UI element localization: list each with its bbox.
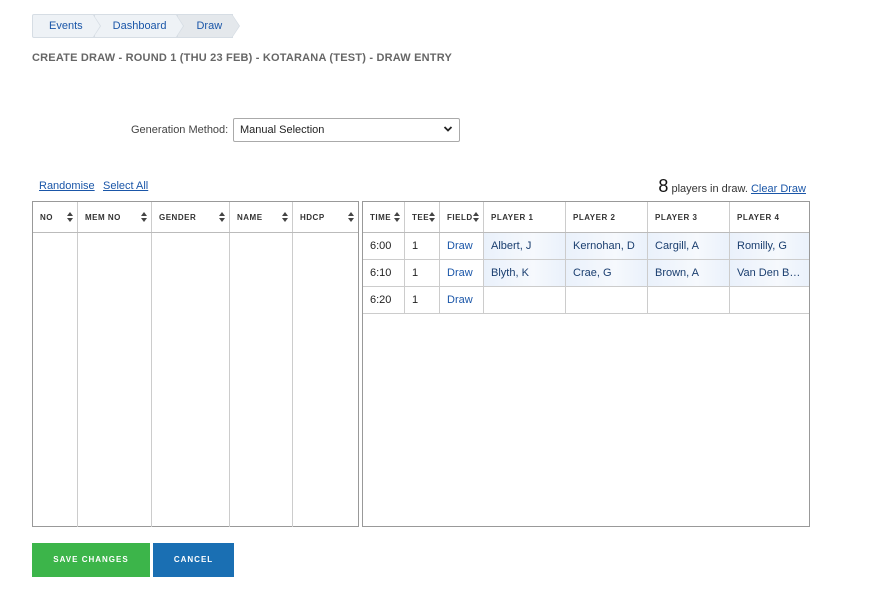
empty-cell — [33, 232, 78, 527]
player-slot[interactable]: Blyth, K — [483, 259, 566, 287]
player-slot[interactable]: Van Den B… — [729, 259, 809, 287]
player-slot[interactable]: Brown, A — [647, 259, 730, 287]
player-slot[interactable]: Crae, G — [565, 259, 648, 287]
player-slot[interactable] — [565, 286, 648, 314]
generation-method-label: Generation Method: — [131, 124, 229, 136]
header-field-label: FIELD — [447, 212, 473, 222]
sort-icon — [67, 212, 73, 222]
generation-method-select[interactable]: Manual Selection — [233, 118, 460, 142]
time-cell: 6:00 — [363, 232, 405, 260]
empty-cell — [151, 232, 230, 527]
header-player-1: PLAYER 1 — [483, 202, 566, 233]
table-row: 6:00 1 Draw Albert, J Kernohan, D Cargil… — [363, 232, 809, 260]
table-row: 6:10 1 Draw Blyth, K Crae, G Brown, A Va… — [363, 259, 809, 287]
header-field[interactable]: FIELD — [439, 202, 484, 233]
clear-draw-link[interactable]: Clear Draw — [751, 183, 806, 195]
select-all-link[interactable]: Select All — [103, 180, 148, 192]
draw-table-panel: TIME TEE FIELD PLAYER 1 PLAYER 2 PLAYER … — [362, 201, 810, 527]
players-in-draw-text: players in draw. — [671, 183, 748, 195]
header-mem-no-label: MEM NO — [85, 212, 121, 222]
player-slot[interactable] — [483, 286, 566, 314]
player-slot[interactable]: Kernohan, D — [565, 232, 648, 260]
sort-icon — [394, 212, 400, 222]
header-mem-no[interactable]: MEM NO — [77, 202, 152, 233]
player-slot[interactable] — [729, 286, 809, 314]
player-count: 8 — [658, 176, 669, 196]
randomise-link[interactable]: Randomise — [39, 180, 95, 192]
sort-icon — [348, 212, 354, 222]
header-player-2: PLAYER 2 — [565, 202, 648, 233]
players-in-draw: 8 players in draw. Clear Draw — [658, 176, 806, 197]
empty-cell — [77, 232, 152, 527]
cancel-button[interactable]: CANCEL — [153, 543, 234, 577]
header-name-label: NAME — [237, 212, 263, 222]
sort-icon — [219, 212, 225, 222]
field-draw-link[interactable]: Draw — [439, 286, 484, 314]
generation-method-value: Manual Selection — [240, 124, 325, 136]
tee-cell: 1 — [404, 232, 440, 260]
page-title: CREATE DRAW - ROUND 1 (THU 23 FEB) - KOT… — [32, 52, 452, 64]
header-hdcp-label: HDCP — [300, 212, 325, 222]
header-player-4: PLAYER 4 — [729, 202, 809, 233]
header-hdcp[interactable]: HDCP — [292, 202, 358, 233]
empty-cell — [229, 232, 293, 527]
header-gender-label: GENDER — [159, 212, 197, 222]
player-slot[interactable]: Romilly, G — [729, 232, 809, 260]
header-time[interactable]: TIME — [363, 202, 405, 233]
table-row: 6:20 1 Draw — [363, 286, 809, 314]
chevron-down-icon — [443, 126, 453, 132]
sort-icon — [282, 212, 288, 222]
members-table: NO MEM NO GENDER NAME HDCP — [33, 202, 358, 527]
tee-cell: 1 — [404, 259, 440, 287]
members-table-panel: NO MEM NO GENDER NAME HDCP — [32, 201, 359, 527]
header-time-label: TIME — [370, 212, 392, 222]
tee-cell: 1 — [404, 286, 440, 314]
header-tee[interactable]: TEE — [404, 202, 440, 233]
sort-icon — [429, 212, 435, 222]
header-no-label: NO — [40, 212, 53, 222]
breadcrumb-events[interactable]: Events — [32, 14, 101, 38]
field-draw-link[interactable]: Draw — [439, 232, 484, 260]
breadcrumb-draw[interactable]: Draw — [177, 14, 240, 38]
time-cell: 6:10 — [363, 259, 405, 287]
header-gender[interactable]: GENDER — [151, 202, 230, 233]
header-player-3: PLAYER 3 — [647, 202, 730, 233]
sort-icon — [141, 212, 147, 222]
empty-cell — [293, 233, 359, 527]
breadcrumb-dashboard[interactable]: Dashboard — [93, 14, 185, 38]
header-name[interactable]: NAME — [229, 202, 293, 233]
draw-table: TIME TEE FIELD PLAYER 1 PLAYER 2 PLAYER … — [363, 202, 809, 314]
field-draw-link[interactable]: Draw — [439, 259, 484, 287]
save-changes-button[interactable]: SAVE CHANGES — [32, 543, 150, 577]
player-slot[interactable]: Cargill, A — [647, 232, 730, 260]
sort-icon — [473, 212, 479, 222]
header-tee-label: TEE — [412, 212, 430, 222]
breadcrumb: Events Dashboard Draw — [32, 14, 240, 38]
player-slot[interactable]: Albert, J — [483, 232, 566, 260]
header-no[interactable]: NO — [33, 202, 78, 233]
player-slot[interactable] — [647, 286, 730, 314]
time-cell: 6:20 — [363, 286, 405, 314]
